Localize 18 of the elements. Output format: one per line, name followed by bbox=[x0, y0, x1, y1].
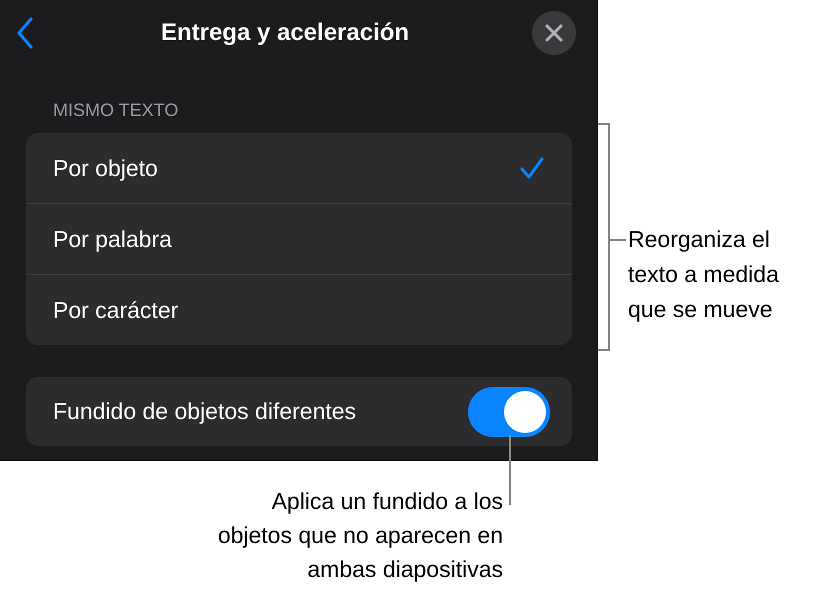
option-row[interactable]: Por palabra bbox=[26, 203, 572, 274]
callout-text: Reorganiza el texto a medida que se mueve bbox=[628, 225, 779, 324]
toggle-label: Fundido de objetos diferentes bbox=[53, 398, 356, 425]
close-icon bbox=[544, 23, 564, 43]
option-label: Por objeto bbox=[53, 154, 158, 182]
option-row[interactable]: Por objeto bbox=[26, 133, 572, 203]
leader-line bbox=[610, 239, 626, 241]
back-chevron-icon bbox=[16, 17, 34, 49]
section-label: MISMO TEXTO bbox=[53, 100, 180, 121]
window-title: Entrega y aceleración bbox=[160, 19, 410, 47]
close-button[interactable] bbox=[532, 11, 576, 55]
leader-line bbox=[509, 435, 511, 505]
callout-text: Aplica un fundido a los objetos que no aparecen en ambas diapositivas bbox=[218, 487, 503, 584]
option-label: Por palabra bbox=[53, 226, 172, 252]
option-row[interactable]: Por carácter bbox=[26, 274, 572, 345]
toggle-switch[interactable] bbox=[468, 386, 550, 436]
checkmark-icon bbox=[520, 156, 544, 180]
option-label: Por carácter bbox=[53, 296, 178, 324]
